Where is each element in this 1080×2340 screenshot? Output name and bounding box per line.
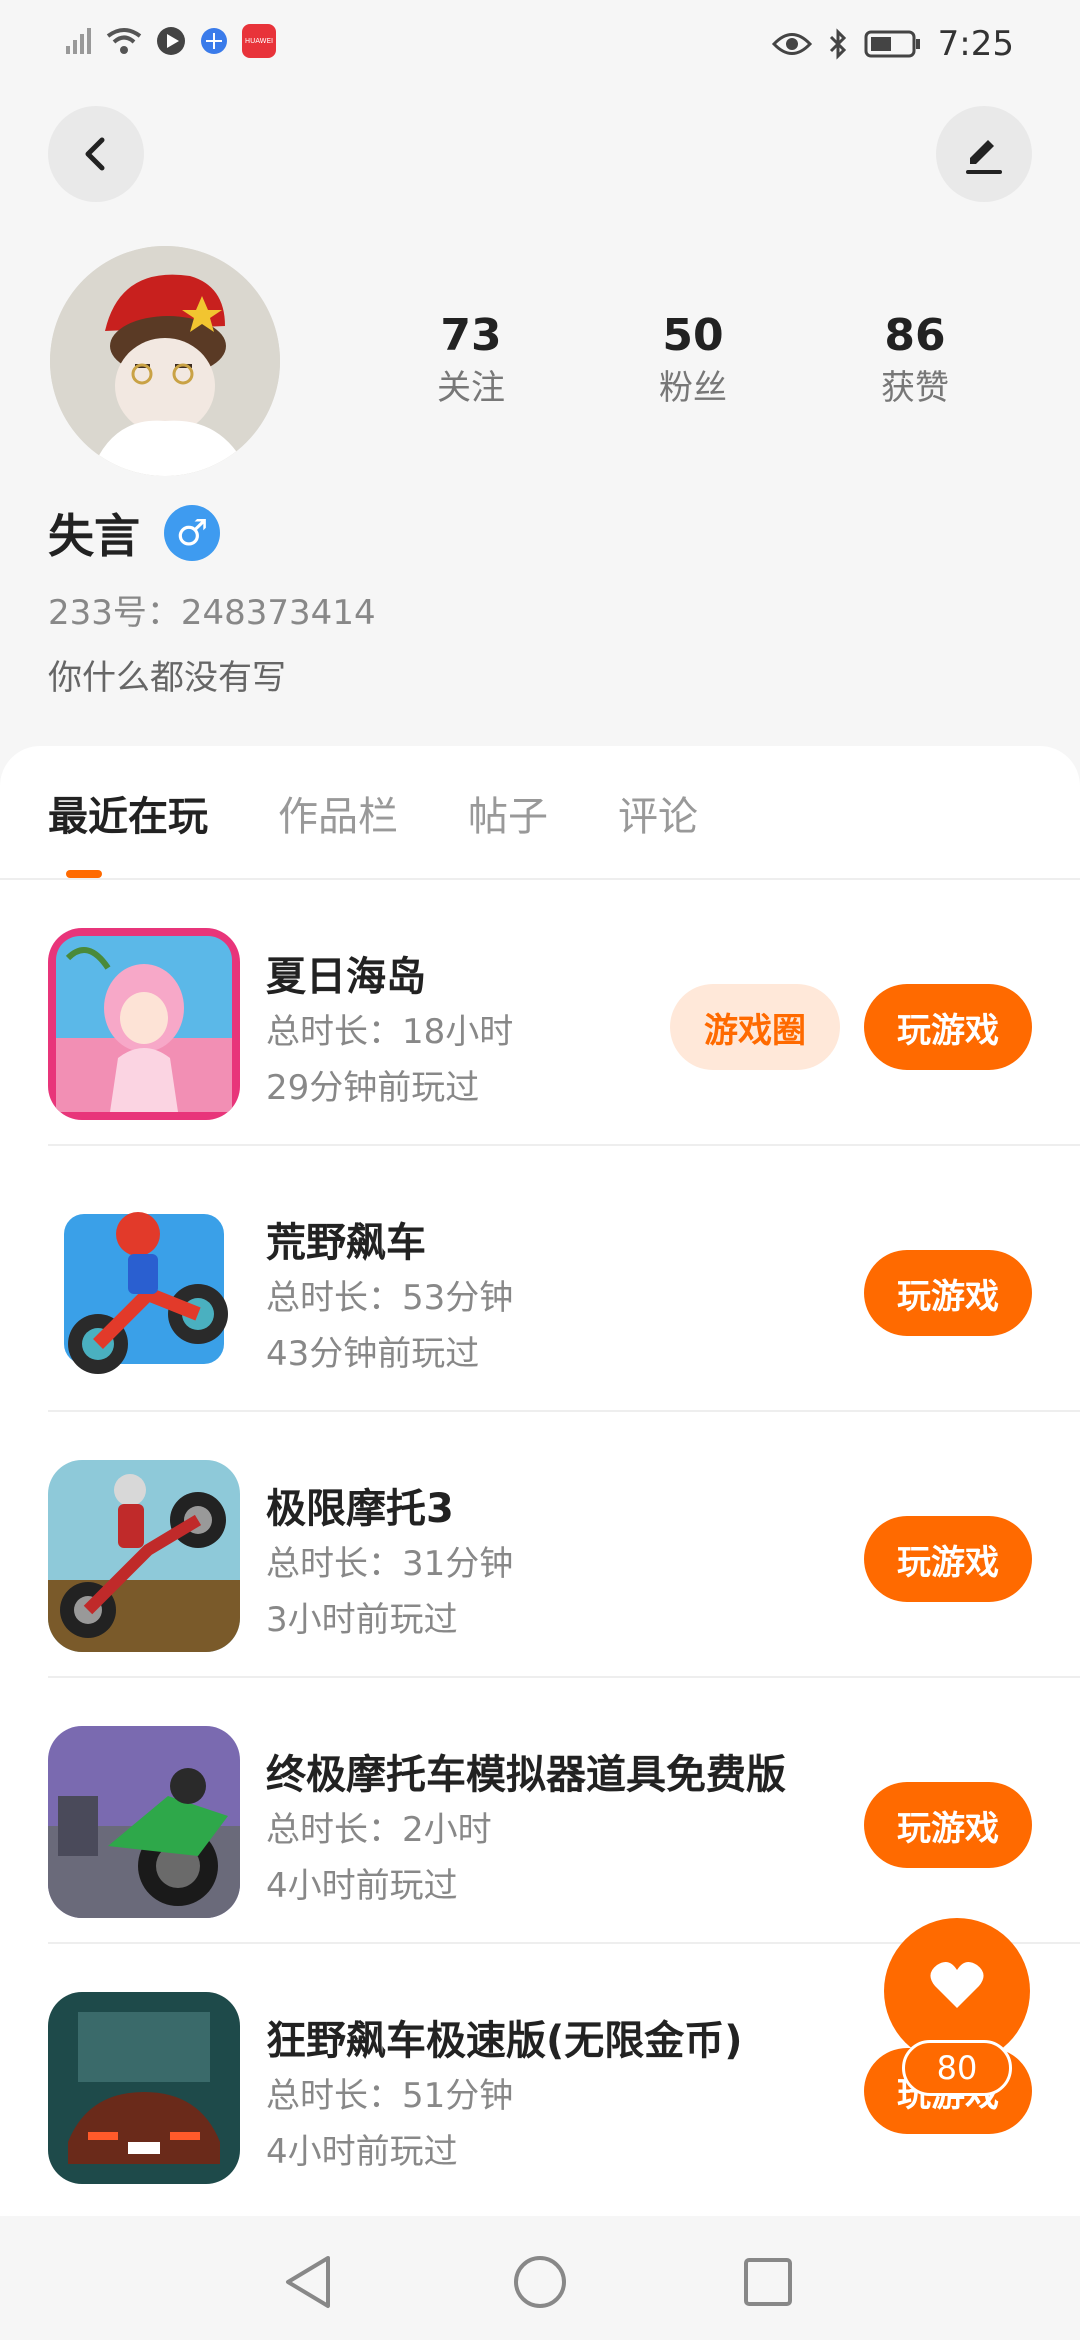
game-duration: 总时长：2小时 bbox=[266, 1810, 492, 1850]
game-circle-button[interactable]: 游戏圈 bbox=[670, 984, 840, 1070]
tab-comments[interactable]: 评论 bbox=[618, 784, 698, 842]
battery-icon bbox=[864, 30, 920, 58]
nav-back-button[interactable] bbox=[278, 2252, 338, 2312]
signal-icon bbox=[66, 28, 91, 54]
list-item[interactable]: 极限摩托3 总时长：31分钟 3小时前玩过 玩游戏 bbox=[0, 1412, 1080, 1678]
tab-posts[interactable]: 帖子 bbox=[468, 784, 548, 842]
game-last-played: 4小时前玩过 bbox=[266, 2132, 458, 2172]
like-count-badge: 80 bbox=[902, 2040, 1012, 2096]
user-id[interactable]: 233号：248373414 bbox=[48, 585, 376, 634]
play-status-icon bbox=[157, 27, 185, 55]
wifi-icon bbox=[106, 28, 142, 54]
tab-recently-played[interactable]: 最近在玩 bbox=[48, 784, 208, 842]
game-duration: 总时长：18小时 bbox=[266, 1012, 514, 1052]
profile-stats: 73 关注 50 粉丝 86 获赞 bbox=[360, 308, 1026, 412]
game-duration: 总时长：51分钟 bbox=[266, 2076, 514, 2116]
game-last-played: 29分钟前玩过 bbox=[266, 1068, 480, 1108]
followers-label: 粉丝 bbox=[659, 368, 727, 408]
game-last-played: 3小时前玩过 bbox=[266, 1600, 458, 1640]
game-icon-image bbox=[48, 1194, 240, 1386]
nav-recents-button[interactable] bbox=[738, 2252, 798, 2312]
game-title: 极限摩托3 bbox=[266, 1486, 454, 1532]
game-icon-image bbox=[48, 928, 240, 1120]
huawei-app-icon: HUAWEI bbox=[242, 24, 276, 58]
tab-bar: 最近在玩 作品栏 帖子 评论 bbox=[48, 784, 698, 842]
play-game-button[interactable]: 玩游戏 bbox=[864, 1516, 1032, 1602]
heart-icon bbox=[930, 1961, 984, 2008]
system-nav-bar bbox=[0, 2216, 1080, 2340]
avatar-image bbox=[50, 246, 280, 476]
game-icon bbox=[48, 1194, 240, 1386]
bio: 你什么都没有写 bbox=[48, 658, 286, 698]
list-item[interactable]: 荒野飙车 总时长：53分钟 43分钟前玩过 玩游戏 bbox=[0, 1146, 1080, 1412]
browser-status-icon bbox=[201, 28, 227, 54]
status-time: 7:25 bbox=[937, 24, 1014, 64]
status-icons-left: HUAWEI bbox=[66, 24, 276, 58]
nav-home-button[interactable] bbox=[510, 2252, 570, 2312]
chevron-left-icon bbox=[85, 137, 105, 171]
following-label: 关注 bbox=[437, 368, 505, 408]
triangle-back-icon bbox=[286, 2256, 330, 2308]
game-icon bbox=[48, 1460, 240, 1652]
game-last-played: 43分钟前玩过 bbox=[266, 1334, 480, 1374]
pencil-icon bbox=[966, 140, 1002, 174]
play-game-button[interactable]: 玩游戏 bbox=[864, 1250, 1032, 1336]
game-title: 夏日海岛 bbox=[266, 954, 426, 1000]
square-recents-icon bbox=[744, 2258, 792, 2306]
avatar[interactable] bbox=[50, 246, 280, 476]
male-gender-icon: ♂ bbox=[164, 505, 220, 561]
game-title: 荒野飙车 bbox=[266, 1220, 426, 1266]
game-icon bbox=[48, 1992, 240, 2184]
eye-icon bbox=[771, 33, 812, 55]
likes-count: 86 bbox=[884, 310, 946, 361]
game-duration: 总时长：31分钟 bbox=[266, 1544, 514, 1584]
status-icons-right: 7:25 bbox=[771, 24, 1014, 64]
edit-profile-button[interactable] bbox=[936, 106, 1032, 202]
game-icon-image bbox=[48, 1726, 240, 1918]
likes-label: 获赞 bbox=[881, 368, 949, 408]
nickname: 失言 bbox=[48, 509, 140, 563]
following-stat[interactable]: 73 关注 bbox=[360, 308, 582, 412]
list-item[interactable]: 终极摩托车模拟器道具免费版 总时长：2小时 4小时前玩过 玩游戏 bbox=[0, 1678, 1080, 1944]
tab-works[interactable]: 作品栏 bbox=[278, 784, 398, 842]
active-tab-indicator bbox=[66, 870, 102, 878]
back-button[interactable] bbox=[48, 106, 144, 202]
game-icon-image bbox=[48, 1460, 240, 1652]
play-game-button[interactable]: 玩游戏 bbox=[864, 984, 1032, 1070]
following-count: 73 bbox=[440, 310, 502, 361]
likes-stat[interactable]: 86 获赞 bbox=[804, 308, 1026, 412]
game-icon-image bbox=[48, 1992, 240, 2184]
bluetooth-icon bbox=[829, 28, 846, 60]
followers-stat[interactable]: 50 粉丝 bbox=[582, 308, 804, 412]
circle-home-icon bbox=[514, 2256, 566, 2308]
game-last-played: 4小时前玩过 bbox=[266, 1866, 458, 1906]
followers-count: 50 bbox=[662, 310, 724, 361]
game-title: 终极摩托车模拟器道具免费版 bbox=[266, 1752, 786, 1798]
play-game-button[interactable]: 玩游戏 bbox=[864, 1782, 1032, 1868]
game-icon bbox=[48, 928, 240, 1120]
game-duration: 总时长：53分钟 bbox=[266, 1278, 514, 1318]
game-title: 狂野飙车极速版(无限金币) bbox=[266, 2018, 743, 2064]
list-item[interactable]: 夏日海岛 总时长：18小时 29分钟前玩过 游戏圈 玩游戏 bbox=[0, 880, 1080, 1146]
status-bar: HUAWEI 7:25 bbox=[0, 0, 1080, 90]
nickname-row: 失言 ♂ bbox=[48, 500, 220, 566]
game-icon bbox=[48, 1726, 240, 1918]
